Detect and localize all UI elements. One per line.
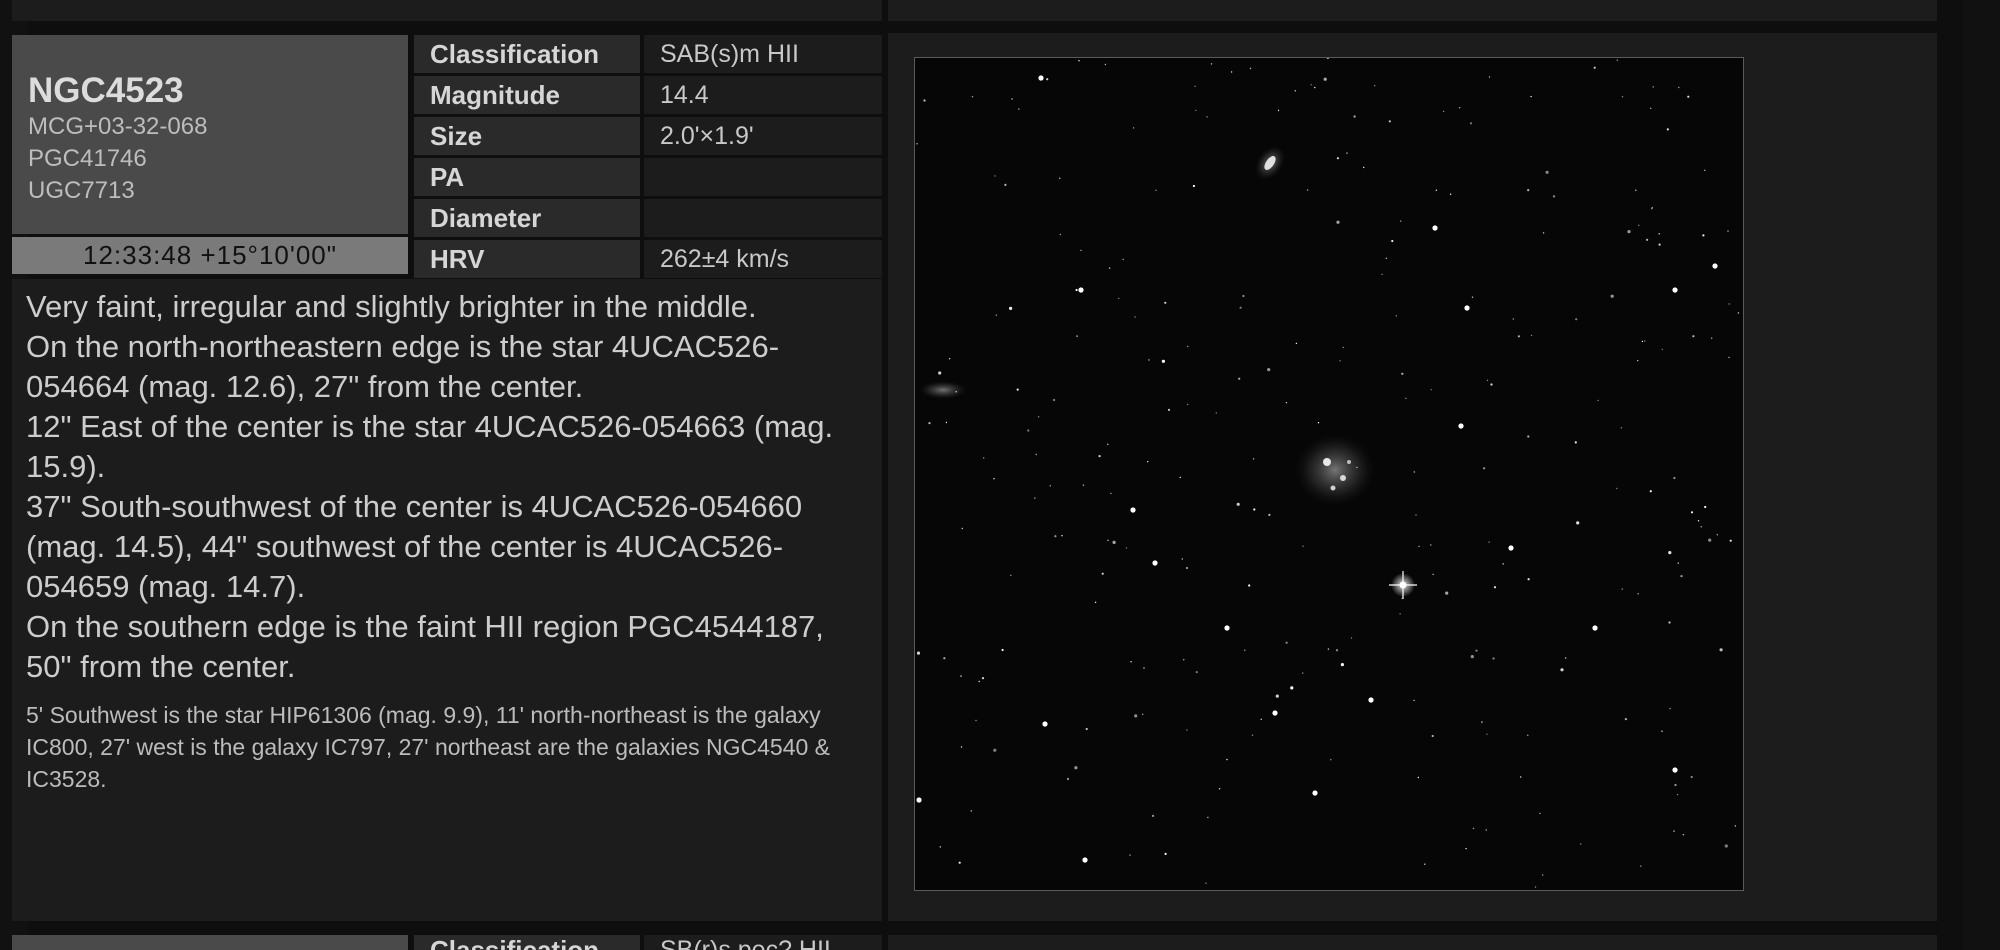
- property-row: PA: [414, 158, 882, 196]
- property-label: HRV: [414, 240, 640, 278]
- property-label: Diameter: [414, 199, 640, 237]
- image-panel: [888, 33, 1937, 921]
- property-value: [644, 158, 882, 196]
- property-row: Size 2.0'×1.9': [414, 117, 882, 155]
- galaxy-ngc4523: [1295, 434, 1375, 506]
- object-alias: PGC41746: [28, 145, 147, 172]
- description-line: Very faint, irregular and slightly brigh…: [26, 289, 757, 324]
- property-value: 2.0'×1.9': [644, 117, 882, 155]
- property-label: PA: [414, 158, 640, 196]
- description-text: Very faint, irregular and slightly brigh…: [26, 287, 868, 687]
- object-name-box: NGC4523 MCG+03-32-068 PGC41746 UGC7713: [12, 35, 408, 234]
- next-property-label: Classification: [414, 935, 640, 950]
- description-line: 12" East of the center is the star 4UCAC…: [26, 409, 834, 484]
- description-panel: Very faint, irregular and slightly brigh…: [12, 279, 882, 921]
- next-image-panel: [888, 935, 1937, 950]
- property-value: 262±4 km/s: [644, 240, 882, 278]
- property-label: Magnitude: [414, 76, 640, 114]
- previous-description-panel: [12, 0, 882, 21]
- property-row: HRV 262±4 km/s: [414, 240, 882, 278]
- galaxy-edge: [919, 381, 967, 399]
- property-row: Magnitude 14.4: [414, 76, 882, 114]
- description-line: 37" South-southwest of the center is 4UC…: [26, 489, 803, 604]
- next-entry: Classification SB(r)s pec? HII: [12, 931, 1962, 950]
- property-label: Classification: [414, 35, 640, 73]
- description-line: On the north-northeastern edge is the st…: [26, 329, 780, 404]
- catalog-entry: NGC4523 MCG+03-32-068 PGC41746 UGC7713 1…: [12, 33, 1962, 921]
- property-row: Classification SAB(s)m HII: [414, 35, 882, 73]
- previous-entry: [12, 0, 1962, 23]
- star-field: [915, 56, 1743, 901]
- object-alias: UGC7713: [28, 177, 135, 204]
- object-alias: MCG+03-32-068: [28, 113, 208, 140]
- next-property-value: SB(r)s pec? HII: [644, 935, 882, 950]
- property-value: [644, 199, 882, 237]
- next-name-box: [12, 935, 408, 950]
- property-value: 14.4: [644, 76, 882, 114]
- object-name: NGC4523: [28, 71, 184, 110]
- galaxy-photo: [914, 56, 1744, 901]
- property-value: SAB(s)m HII: [644, 35, 882, 73]
- description-line: On the southern edge is the faint HII re…: [26, 609, 824, 684]
- property-row: Diameter: [414, 199, 882, 237]
- object-coordinates: 12:33:48 +15°10'00": [12, 237, 408, 274]
- surroundings-note: 5' Southwest is the star HIP61306 (mag. …: [26, 702, 831, 792]
- previous-image-panel: [888, 0, 1937, 21]
- property-label: Size: [414, 117, 640, 155]
